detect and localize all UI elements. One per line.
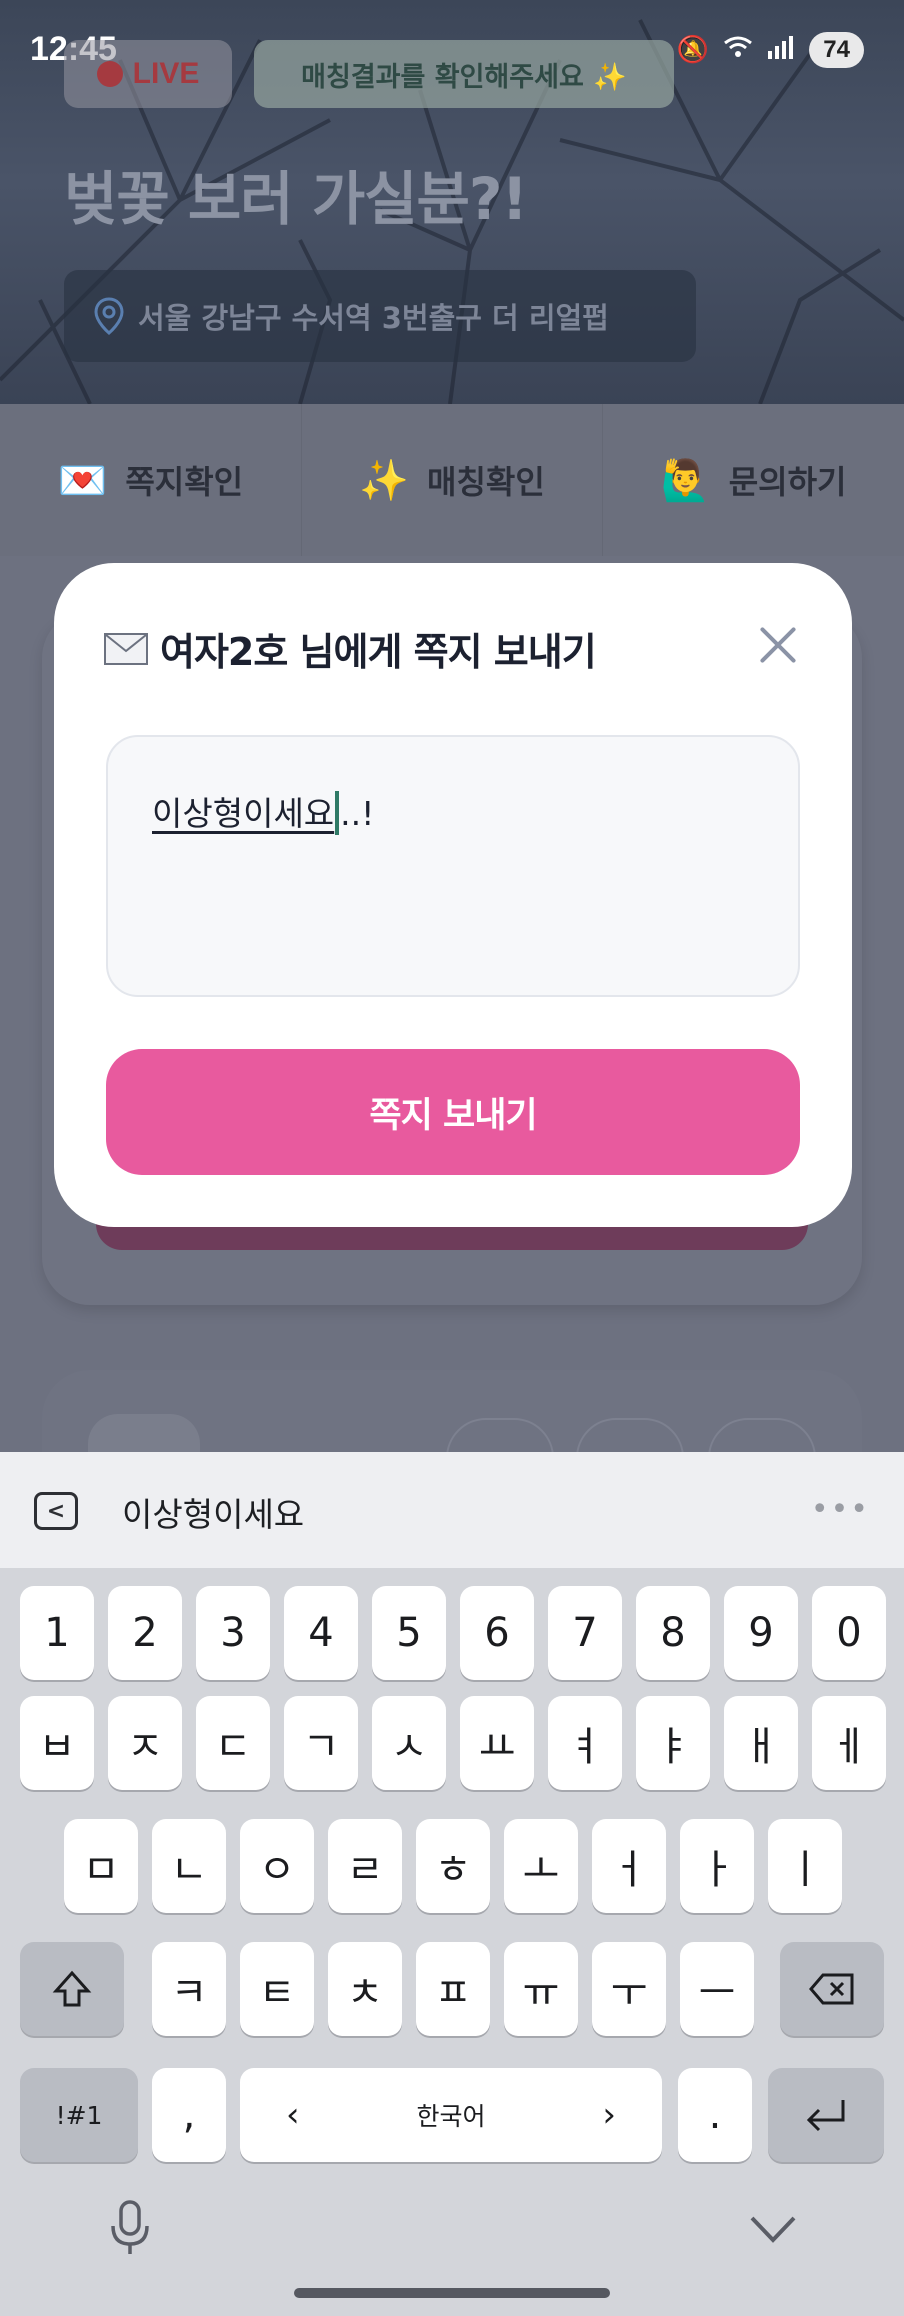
key-letter[interactable]: ㄷ — [196, 1696, 270, 1790]
mute-icon: 🔕 — [676, 35, 710, 65]
live-dot-icon — [96, 61, 123, 87]
key-letter[interactable]: ㅅ — [372, 1696, 446, 1790]
shift-key[interactable] — [20, 1942, 124, 2036]
signal-icon — [767, 35, 795, 66]
key-number[interactable]: 7 — [548, 1586, 622, 1680]
tab-label: 매칭확인 — [427, 463, 545, 501]
key-number[interactable]: 9 — [724, 1586, 798, 1680]
key-letter[interactable]: ㅔ — [812, 1696, 886, 1790]
composing-text: 이상형이세요 — [152, 794, 335, 833]
battery-indicator: 74 — [809, 32, 864, 68]
key-letter[interactable]: ㄹ — [328, 1819, 402, 1913]
location-text: 서울 강남구 수서역 3번출구 더 리얼펍 — [138, 301, 609, 335]
key-letter[interactable]: ㅣ — [768, 1819, 842, 1913]
comma-key[interactable]: , — [152, 2068, 226, 2162]
key-letter[interactable]: ㄴ — [152, 1819, 226, 1913]
send-message-modal: 여자2호 님에게 쪽지 보내기 이상형이세요..! 쪽지 보내기 — [54, 563, 852, 1227]
love-letter-icon: 💌 — [57, 457, 108, 504]
match-notice-button[interactable]: 매칭결과를 확인해주세요 ✨ — [254, 40, 674, 108]
key-number[interactable]: 4 — [284, 1586, 358, 1680]
tab-match-check[interactable]: ✨ 매칭확인 — [302, 404, 604, 556]
key-letter[interactable]: ㅂ — [20, 1696, 94, 1790]
key-number[interactable]: 3 — [196, 1586, 270, 1680]
key-letter[interactable]: ㅋ — [152, 1942, 226, 2036]
key-letter[interactable]: ㅁ — [64, 1819, 138, 1913]
key-letter[interactable]: ㅎ — [416, 1819, 490, 1913]
live-badge: LIVE — [64, 40, 232, 108]
modal-title-text: 여자2호 님에게 쪽지 보내기 — [160, 630, 597, 674]
key-letter[interactable]: ㅗ — [504, 1819, 578, 1913]
key-letter[interactable]: ㅡ — [680, 1942, 754, 2036]
message-textarea[interactable]: 이상형이세요..! — [106, 735, 800, 997]
return-key[interactable] — [768, 2068, 884, 2162]
status-icons: 🔕 74 — [677, 32, 864, 68]
key-letter[interactable]: ㅠ — [504, 1942, 578, 2036]
key-number[interactable]: 2 — [108, 1586, 182, 1680]
key-letter[interactable]: ㅕ — [548, 1696, 622, 1790]
key-letter[interactable]: ㅈ — [108, 1696, 182, 1790]
key-letter[interactable]: ㅊ — [328, 1942, 402, 2036]
key-letter[interactable]: ㅓ — [592, 1819, 666, 1913]
space-key[interactable]: ‹ 한국어 › — [240, 2068, 662, 2162]
tab-label: 쪽지확인 — [125, 463, 244, 501]
key-number[interactable]: 0 — [812, 1586, 886, 1680]
message-text: ..! — [340, 794, 375, 833]
key-number[interactable]: 5 — [372, 1586, 446, 1680]
key-letter[interactable]: ㅜ — [592, 1942, 666, 2036]
shift-icon — [52, 1970, 92, 2007]
live-label: LIVE — [132, 57, 200, 90]
space-left-arrow: ‹ — [286, 2095, 300, 2135]
tab-bar: 💌 쪽지확인 ✨ 매칭확인 🙋‍♂️ 문의하기 — [0, 404, 904, 556]
chevron-left-icon[interactable]: < — [34, 1492, 78, 1530]
key-letter[interactable]: ㅌ — [240, 1942, 314, 2036]
return-icon — [806, 2100, 845, 2132]
key-number[interactable]: 1 — [20, 1586, 94, 1680]
send-message-button[interactable]: 쪽지 보내기 — [106, 1049, 800, 1175]
wifi-icon — [723, 35, 753, 66]
key-letter[interactable]: ㅇ — [240, 1819, 314, 1913]
home-indicator — [294, 2288, 610, 2298]
tab-label: 문의하기 — [728, 463, 847, 501]
suggestion-bar: < 이상형이세요 ••• — [0, 1452, 904, 1568]
key-letter[interactable]: ㅏ — [680, 1819, 754, 1913]
backspace-key[interactable] — [780, 1942, 884, 2036]
microphone-icon[interactable] — [110, 2200, 150, 2256]
raising-hand-icon: 🙋‍♂️ — [660, 457, 711, 504]
period-key[interactable]: . — [678, 2068, 752, 2162]
space-label: 한국어 — [416, 2102, 486, 2131]
suggestion-word[interactable]: 이상형이세요 — [122, 1488, 304, 1536]
tab-inquiry[interactable]: 🙋‍♂️ 문의하기 — [603, 404, 904, 556]
event-title: 벚꽃 보러 가실분?! — [64, 165, 528, 233]
key-number[interactable]: 8 — [636, 1586, 710, 1680]
key-letter[interactable]: ㅛ — [460, 1696, 534, 1790]
more-options-icon[interactable]: ••• — [811, 1492, 870, 1527]
symbols-key[interactable]: !#1 — [20, 2068, 138, 2162]
dismiss-keyboard-icon[interactable] — [748, 2210, 798, 2250]
sparkles-icon: ✨ — [359, 457, 410, 504]
envelope-icon — [104, 632, 148, 665]
location-badge[interactable]: 서울 강남구 수서역 3번출구 더 리얼펍 — [64, 270, 696, 362]
backspace-icon — [809, 1973, 854, 2005]
text-caret — [335, 791, 340, 835]
close-icon[interactable] — [754, 621, 802, 669]
key-letter[interactable]: ㄱ — [284, 1696, 358, 1790]
key-letter[interactable]: ㅍ — [416, 1942, 490, 2036]
key-number[interactable]: 6 — [460, 1586, 534, 1680]
space-right-arrow: › — [602, 2095, 616, 2135]
key-letter[interactable]: ㅑ — [636, 1696, 710, 1790]
modal-title: 여자2호 님에게 쪽지 보내기 — [104, 621, 597, 676]
tab-message-check[interactable]: 💌 쪽지확인 — [0, 404, 302, 556]
key-letter[interactable]: ㅐ — [724, 1696, 798, 1790]
location-pin-icon — [94, 297, 124, 335]
